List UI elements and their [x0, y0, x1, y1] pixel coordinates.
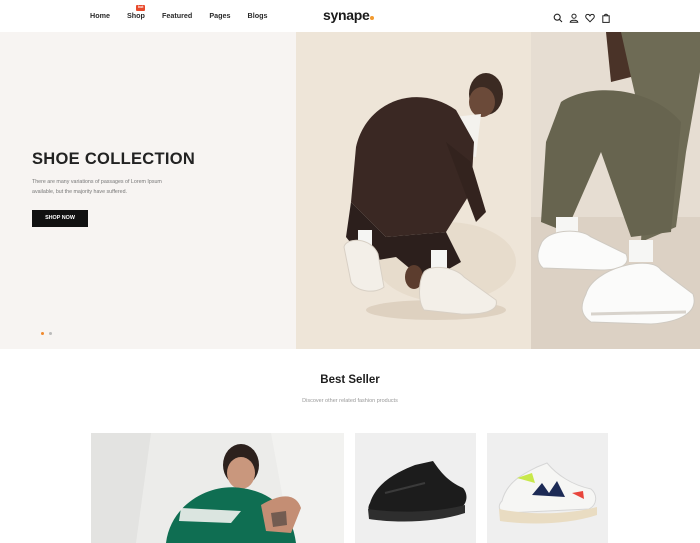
shop-now-button[interactable]: SHOP NOW — [32, 210, 88, 227]
nav-item-blogs[interactable]: Blogs — [248, 11, 268, 20]
nav-blogs-label: Blogs — [247, 11, 268, 20]
best-seller-subtitle: Discover other related fashion products — [302, 398, 398, 404]
logo-text: synape — [323, 7, 370, 23]
slide-dot-1[interactable] — [41, 332, 44, 335]
hero-description: There are many variations of passages of… — [32, 179, 162, 195]
hero-slider: SHOE COLLECTION There are many variation… — [0, 32, 700, 349]
site-logo[interactable]: synape — [323, 7, 375, 23]
nav-item-pages[interactable]: Pages — [209, 11, 230, 20]
hero-image-sneakers — [531, 32, 700, 349]
product-card-black-sneaker[interactable] — [355, 433, 476, 543]
slider-dots — [41, 332, 52, 335]
nav-home-label: Home — [90, 11, 110, 20]
user-icon[interactable] — [569, 10, 579, 23]
bag-icon[interactable] — [601, 10, 611, 23]
nav-featured-label: Featured — [161, 11, 193, 20]
logo-dot — [370, 16, 375, 20]
nav-item-featured[interactable]: Featured — [162, 11, 192, 20]
best-seller-title: Best Seller — [320, 374, 380, 386]
site-header: Home Shop hot Featured Pages Blogs synape — [0, 0, 700, 32]
search-icon[interactable] — [553, 10, 563, 23]
hero-content: SHOE COLLECTION There are many variation… — [0, 32, 296, 349]
nav-item-home[interactable]: Home — [90, 11, 110, 20]
heart-icon[interactable] — [585, 10, 595, 23]
header-icons — [553, 10, 611, 23]
product-card-white-sneaker[interactable] — [487, 433, 608, 543]
hero-image-model — [296, 32, 531, 349]
nav-item-shop[interactable]: Shop hot — [126, 5, 146, 20]
nav-pages-label: Pages — [209, 11, 231, 20]
hot-badge: hot — [135, 5, 146, 11]
hero-title: SHOE COLLECTION — [32, 150, 196, 168]
main-nav: Home Shop hot Featured Pages Blogs — [90, 5, 284, 20]
slide-dot-2[interactable] — [49, 332, 52, 335]
nav-shop-label: Shop — [126, 11, 145, 20]
product-card-model[interactable] — [91, 433, 344, 543]
